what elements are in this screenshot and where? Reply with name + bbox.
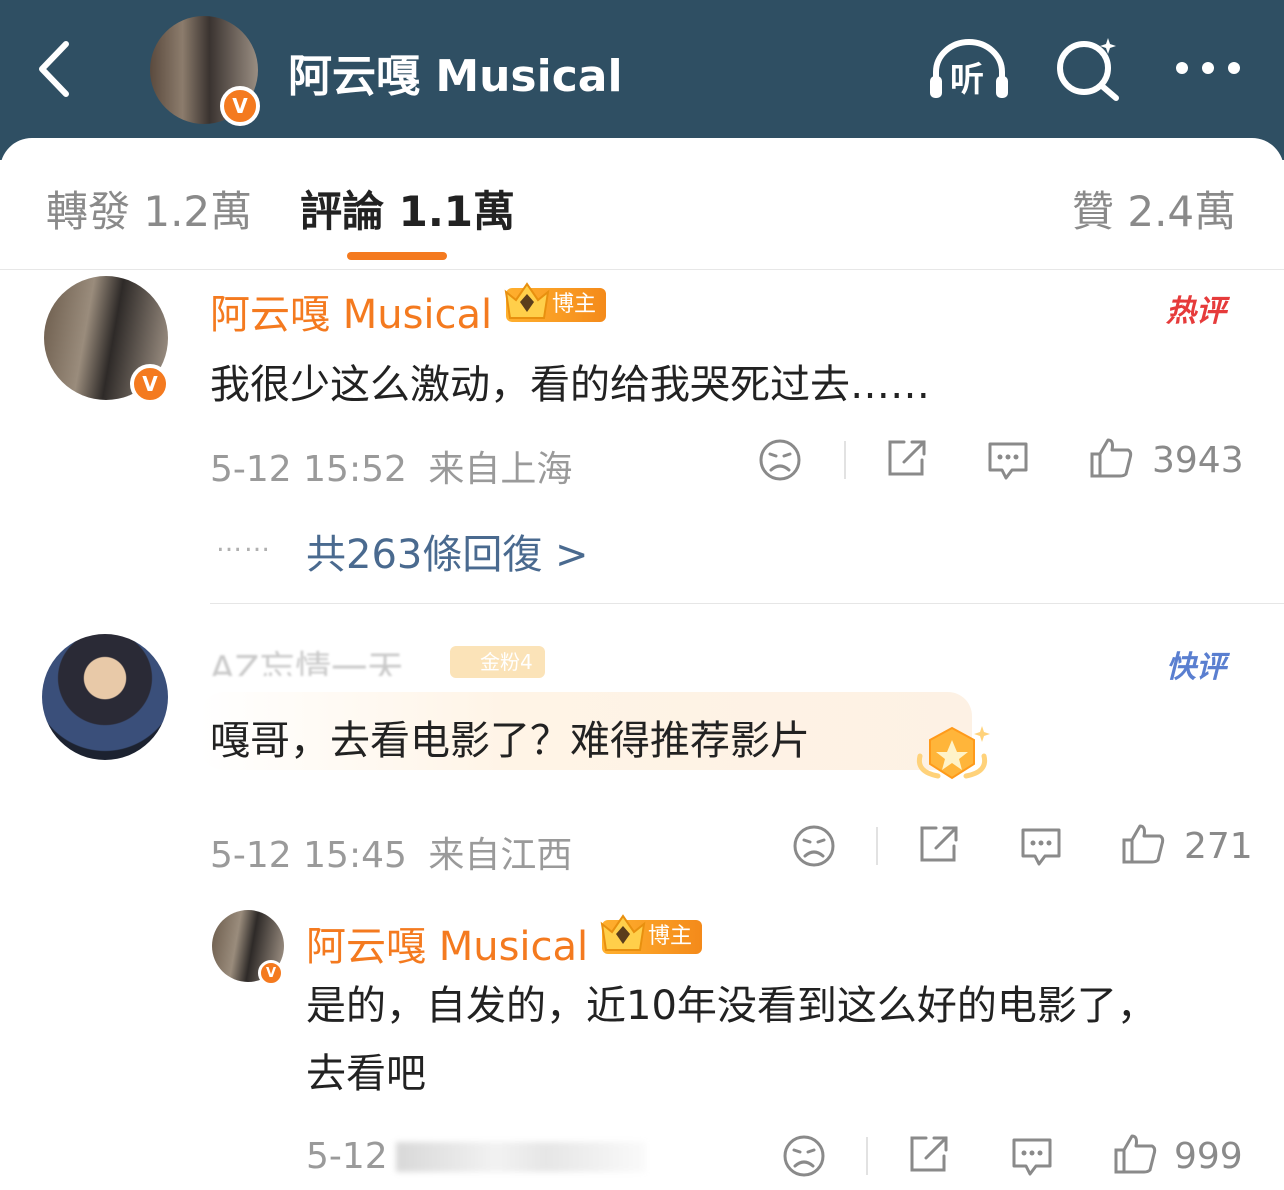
comment-username[interactable]: 阿云嘎 Musical — [210, 282, 492, 340]
reply-username[interactable]: 阿云嘎 Musical — [306, 914, 588, 972]
tab-reposts[interactable]: 轉發 1.2萬 — [46, 178, 252, 239]
dislike-face-icon[interactable] — [792, 824, 836, 868]
comment-meta: 5-12 15:45 来自江西 — [210, 826, 572, 878]
tab-comments[interactable]: 評論 1.1萬 — [300, 178, 515, 239]
action-divider — [866, 1137, 868, 1175]
comment-time: 5-12 15:52 — [210, 449, 407, 490]
comment-text: 我很少这么激动，看的给我哭死过去…… — [210, 362, 930, 408]
crown-icon — [504, 282, 550, 319]
reply-time: 5-12 — [306, 1136, 388, 1177]
tab-likes[interactable]: 贊 2.4萬 — [1072, 178, 1236, 239]
verified-icon: V — [258, 960, 284, 986]
comment-divider — [210, 603, 1284, 604]
listen-button[interactable]: 听 — [928, 36, 1010, 100]
search-icon[interactable] — [1056, 36, 1122, 102]
verified-icon: V — [130, 364, 170, 404]
avatar[interactable] — [42, 634, 168, 760]
thumbs-up-icon[interactable] — [1112, 1132, 1158, 1176]
blogger-badge: 博主 — [600, 914, 703, 954]
share-icon[interactable] — [908, 1134, 950, 1174]
view-replies-link[interactable]: 共263條回復 > — [306, 522, 589, 580]
comment-text: 嘎哥，去看电影了？难得推荐影片 — [210, 718, 810, 764]
top-bar: V 阿云嘎 Musical 听 — [0, 0, 1284, 160]
badge-label: 博主 — [648, 924, 693, 949]
comment-username[interactable]: AZ忘情一天 — [210, 640, 403, 676]
tab-bar: 轉發 1.2萬 評論 1.1萬 贊 2.4萬 — [0, 138, 1284, 270]
comment-icon[interactable] — [1010, 1134, 1054, 1178]
action-divider — [876, 827, 878, 865]
like-count: 999 — [1174, 1136, 1243, 1177]
comment-location: 来自上海 — [428, 449, 573, 490]
comment-icon[interactable] — [986, 438, 1030, 482]
page-title: 阿云嘎 Musical — [288, 51, 623, 102]
dislike-face-icon[interactable] — [782, 1134, 826, 1178]
hot-comment-tag: 热评 — [1166, 294, 1226, 329]
verified-icon: V — [220, 86, 260, 126]
active-tab-indicator — [347, 252, 447, 260]
fan-badge: 金粉4 — [450, 646, 545, 678]
share-icon[interactable] — [886, 438, 928, 478]
thumbs-up-icon[interactable] — [1088, 436, 1134, 480]
comment-icon[interactable] — [1019, 824, 1063, 868]
comment-time: 5-12 15:45 — [210, 835, 407, 876]
like-count: 271 — [1184, 826, 1253, 867]
dislike-face-icon[interactable] — [758, 438, 802, 482]
more-icon[interactable] — [1172, 58, 1244, 78]
blurred-region — [396, 1142, 646, 1172]
thumbs-up-icon[interactable] — [1120, 822, 1166, 866]
share-icon[interactable] — [918, 824, 960, 864]
back-icon[interactable] — [30, 38, 80, 100]
badge-label: 博主 — [552, 292, 597, 317]
comment-meta: 5-12 15:52 来自上海 — [210, 440, 572, 492]
listen-label: 听 — [950, 60, 984, 100]
reply-text: 是的，自发的，近10年没看到这么好的电影了，去看吧 — [306, 983, 1157, 1097]
like-count: 3943 — [1152, 440, 1244, 481]
star-medal-icon — [916, 726, 990, 780]
crown-icon — [600, 914, 646, 951]
replies-dots: …… — [216, 528, 272, 558]
quick-comment-tag: 快评 — [1166, 650, 1226, 685]
action-divider — [844, 441, 846, 479]
blogger-badge: 博主 — [504, 282, 607, 322]
comment-location: 来自江西 — [428, 835, 573, 876]
